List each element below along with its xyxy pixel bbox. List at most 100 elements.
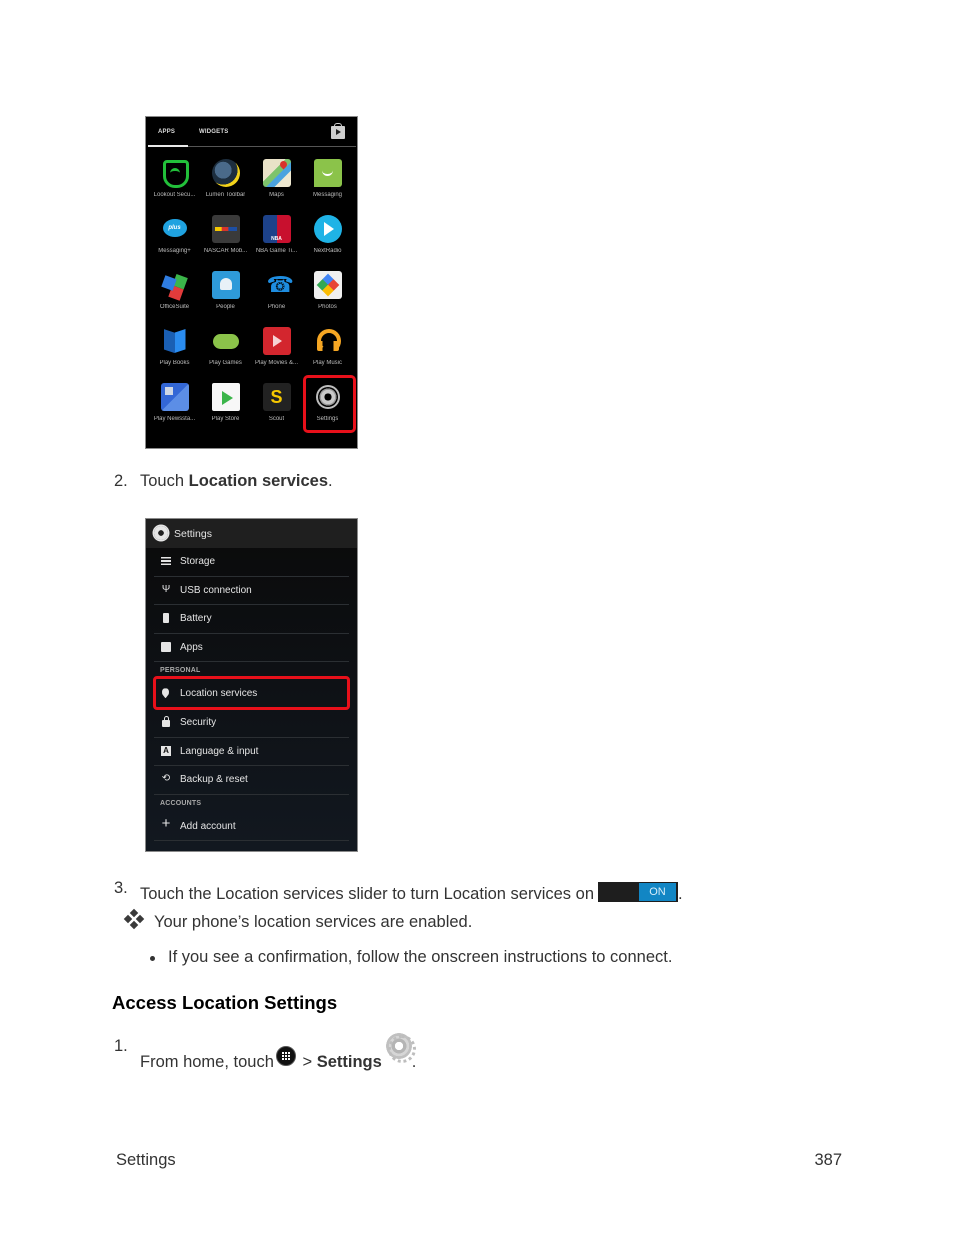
tab-apps[interactable]: APPS: [158, 129, 175, 135]
settings-item[interactable]: + Add account: [154, 813, 349, 842]
step-number: 1.: [114, 1037, 128, 1055]
toggle-on-label: ON: [639, 883, 676, 901]
play-store-bag-icon[interactable]: [331, 123, 345, 139]
play-movies-icon: [262, 327, 291, 355]
step-2-prefix: Touch: [140, 472, 189, 490]
settings-screenshot: Settings Storage Ψ USB connection Battery Ap…: [145, 518, 358, 852]
app-label: NASCAR Mob...: [203, 248, 248, 254]
settings-item[interactable]: A Language & input: [154, 738, 349, 767]
app-label: Messaging+: [158, 248, 191, 254]
nba-icon: [262, 215, 291, 243]
lumen-icon: [211, 159, 240, 187]
app-shortcut[interactable]: Play Games: [200, 327, 251, 383]
app-label: Lumen Toolbar: [205, 192, 246, 198]
app-shortcut[interactable]: Settings: [302, 375, 356, 439]
phone-icon: [263, 271, 294, 299]
play-music-icon: [314, 327, 342, 355]
settings-list: Storage Ψ USB connection Battery Apps PERSONA…: [146, 548, 357, 842]
step-number: 3.: [114, 879, 128, 897]
settings-section-header: ACCOUNTS: [154, 795, 349, 813]
app-label: NextRadio: [313, 248, 342, 254]
nextradio-icon: [313, 215, 342, 243]
app-shortcut[interactable]: NBA Game Ti...: [251, 215, 302, 271]
step-3-text: Touch the Location services slider to tu…: [140, 879, 683, 904]
step-3-suffix: .: [678, 885, 683, 903]
settings-item-label: Storage: [180, 556, 216, 567]
app-shortcut[interactable]: Photos: [302, 271, 353, 327]
nascar-icon: [211, 215, 240, 243]
app-shortcut[interactable]: OfficeSuite: [149, 271, 200, 327]
step-1-prefix: From home, touch: [140, 1053, 274, 1071]
app-shortcut[interactable]: Messaging: [302, 159, 353, 215]
messaging-plus-icon: [161, 215, 189, 243]
bullet-text: If you see a confirmation, follow the on…: [168, 948, 673, 966]
settings-item-label: Backup & reset: [180, 774, 248, 786]
settings-item-label: Apps: [180, 641, 203, 653]
settings-item[interactable]: Security: [154, 709, 349, 738]
usb-icon: Ψ: [161, 583, 171, 595]
tab-divider: [188, 146, 356, 147]
step-3-instruction: Touch the Location services slider to tu…: [140, 885, 594, 903]
section-label: PERSONAL: [160, 667, 201, 675]
tab-widgets[interactable]: WIDGETS: [199, 129, 228, 135]
settings-item-label: Security: [180, 716, 217, 728]
settings-item[interactable]: Battery: [154, 605, 349, 634]
settings-item[interactable]: Location services: [153, 676, 350, 710]
location-pin-icon: [162, 688, 169, 699]
app-shortcut[interactable]: People: [200, 271, 251, 327]
app-shortcut[interactable]: Play Movies &...: [251, 327, 302, 383]
settings-item-label: Language & input: [180, 745, 259, 757]
app-label: Messaging: [312, 192, 342, 198]
app-grid: Lookout Secu... Lumen Toolbar Maps Messagin…: [149, 159, 356, 439]
settings-item[interactable]: ⟲ Backup & reset: [154, 766, 349, 795]
lookout-icon: [161, 159, 189, 188]
settings-gear-icon: [314, 383, 342, 411]
app-label: OfficeSuite: [159, 304, 190, 310]
plus-icon: +: [161, 814, 171, 832]
location-toggle-switch[interactable]: ON: [598, 882, 678, 902]
step-1-text: From home, touch > Settings.: [140, 1033, 417, 1071]
settings-item-label: Battery: [180, 613, 212, 625]
settings-item[interactable]: Apps: [154, 634, 349, 663]
app-label: People: [216, 304, 235, 310]
step-number: 2.: [114, 472, 128, 490]
app-label: Maps: [269, 192, 284, 198]
bullet-dot-icon: [150, 956, 155, 961]
app-shortcut[interactable]: Maps: [251, 159, 302, 215]
step-2-text: Touch Location services.: [140, 472, 333, 491]
page-number: 387: [814, 1151, 842, 1169]
storage-icon: [161, 557, 171, 565]
section-heading: Access Location Settings: [112, 992, 338, 1013]
settings-item-label: Location services: [180, 688, 258, 700]
app-label: Settings: [316, 416, 339, 422]
app-label: Play Movies &...: [254, 360, 298, 366]
step-1-bold: Settings: [316, 1053, 382, 1071]
app-drawer-screenshot: APPS WIDGETS Lookout Secu... Lumen Toolba…: [145, 116, 358, 449]
settings-item[interactable]: Ψ USB connection: [154, 577, 349, 606]
result-text: Your phone’s location services are enabl…: [154, 913, 473, 931]
app-shortcut[interactable]: Phone: [251, 271, 302, 327]
app-label: Phone: [267, 304, 286, 310]
settings-gear-icon: [385, 1033, 416, 1063]
app-shortcut[interactable]: Play Newssta...: [149, 383, 200, 439]
backup-icon: ⟲: [161, 773, 171, 785]
app-shortcut[interactable]: Lookout Secu...: [149, 159, 200, 215]
section-label: ACCOUNTS: [160, 799, 202, 807]
app-shortcut[interactable]: Play Books: [149, 327, 200, 383]
settings-item[interactable]: Storage: [154, 548, 349, 577]
language-icon: A: [161, 745, 171, 756]
step-1-suffix: .: [411, 1053, 417, 1071]
settings-title: Settings: [174, 528, 212, 540]
app-shortcut[interactable]: Lumen Toolbar: [200, 159, 251, 215]
app-label: Play Newssta...: [153, 416, 196, 422]
app-shortcut[interactable]: Play Store: [200, 383, 251, 439]
app-shortcut[interactable]: Messaging+: [149, 215, 200, 271]
step-1-separator: >: [297, 1053, 317, 1071]
messaging-icon: [313, 159, 342, 187]
app-shortcut[interactable]: NextRadio: [302, 215, 353, 271]
step-2-suffix: .: [328, 472, 333, 490]
play-games-icon: [212, 327, 240, 355]
app-shortcut[interactable]: Scout: [251, 383, 302, 439]
app-shortcut[interactable]: NASCAR Mob...: [200, 215, 251, 271]
people-icon: [211, 271, 240, 299]
